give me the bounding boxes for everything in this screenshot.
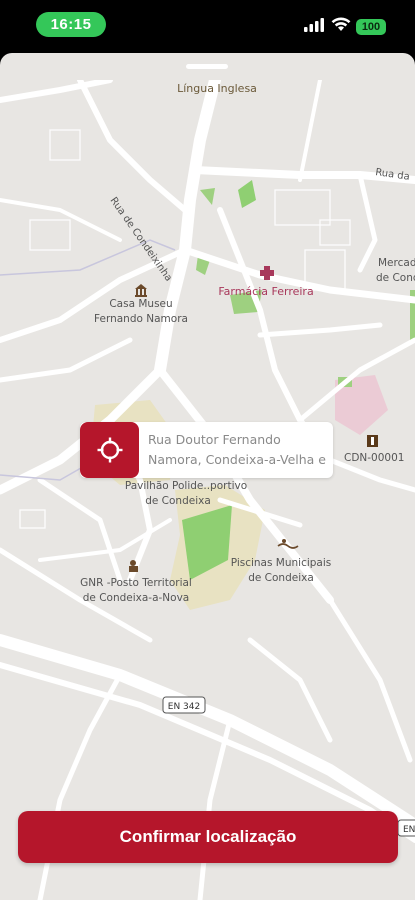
cdn-icon bbox=[367, 435, 378, 447]
confirm-location-button[interactable]: Confirmar localização bbox=[18, 811, 398, 863]
label-piscinas-1: Piscinas Municipais bbox=[231, 557, 332, 569]
label-pavilhao-2: de Condeixa bbox=[145, 495, 211, 507]
label-casa-2: Fernando Namora bbox=[94, 313, 188, 325]
sheet-grabber[interactable] bbox=[186, 64, 228, 69]
map-view[interactable]: EN 342 EN Língua Inglesa Rua de Condeixi… bbox=[0, 80, 415, 900]
road-badge-right: EN bbox=[403, 825, 415, 835]
label-gnr-1: GNR -Posto Territorial bbox=[80, 577, 192, 589]
label-casa-1: Casa Museu bbox=[109, 298, 172, 310]
status-bar: 16:15 100 bbox=[0, 0, 415, 50]
label-piscinas-2: de Condeixa bbox=[248, 572, 314, 584]
label-farmacia: Farmácia Ferreira bbox=[218, 285, 313, 298]
label-cdn: CDN-00001 bbox=[344, 452, 404, 464]
label-lingua: Língua Inglesa bbox=[177, 82, 257, 95]
label-mercado-2: de Condei bbox=[376, 272, 415, 284]
label-pavilhao-1: Pavilhão Polide..portivo bbox=[125, 480, 247, 492]
wifi-icon bbox=[331, 17, 351, 31]
status-time: 16:15 bbox=[36, 12, 106, 37]
location-pin-button[interactable] bbox=[80, 422, 139, 478]
crosshair-icon bbox=[97, 437, 122, 463]
address-text: Rua Doutor Fernando Namora, Condeixa-a-V… bbox=[148, 432, 326, 467]
road-badge-en342: EN 342 bbox=[168, 702, 200, 712]
label-gnr-2: de Condeixa-a-Nova bbox=[83, 592, 190, 604]
battery-indicator: 100 bbox=[356, 19, 386, 35]
label-mercado-1: Mercad bbox=[378, 257, 415, 269]
cellular-signal-icon bbox=[304, 18, 324, 32]
